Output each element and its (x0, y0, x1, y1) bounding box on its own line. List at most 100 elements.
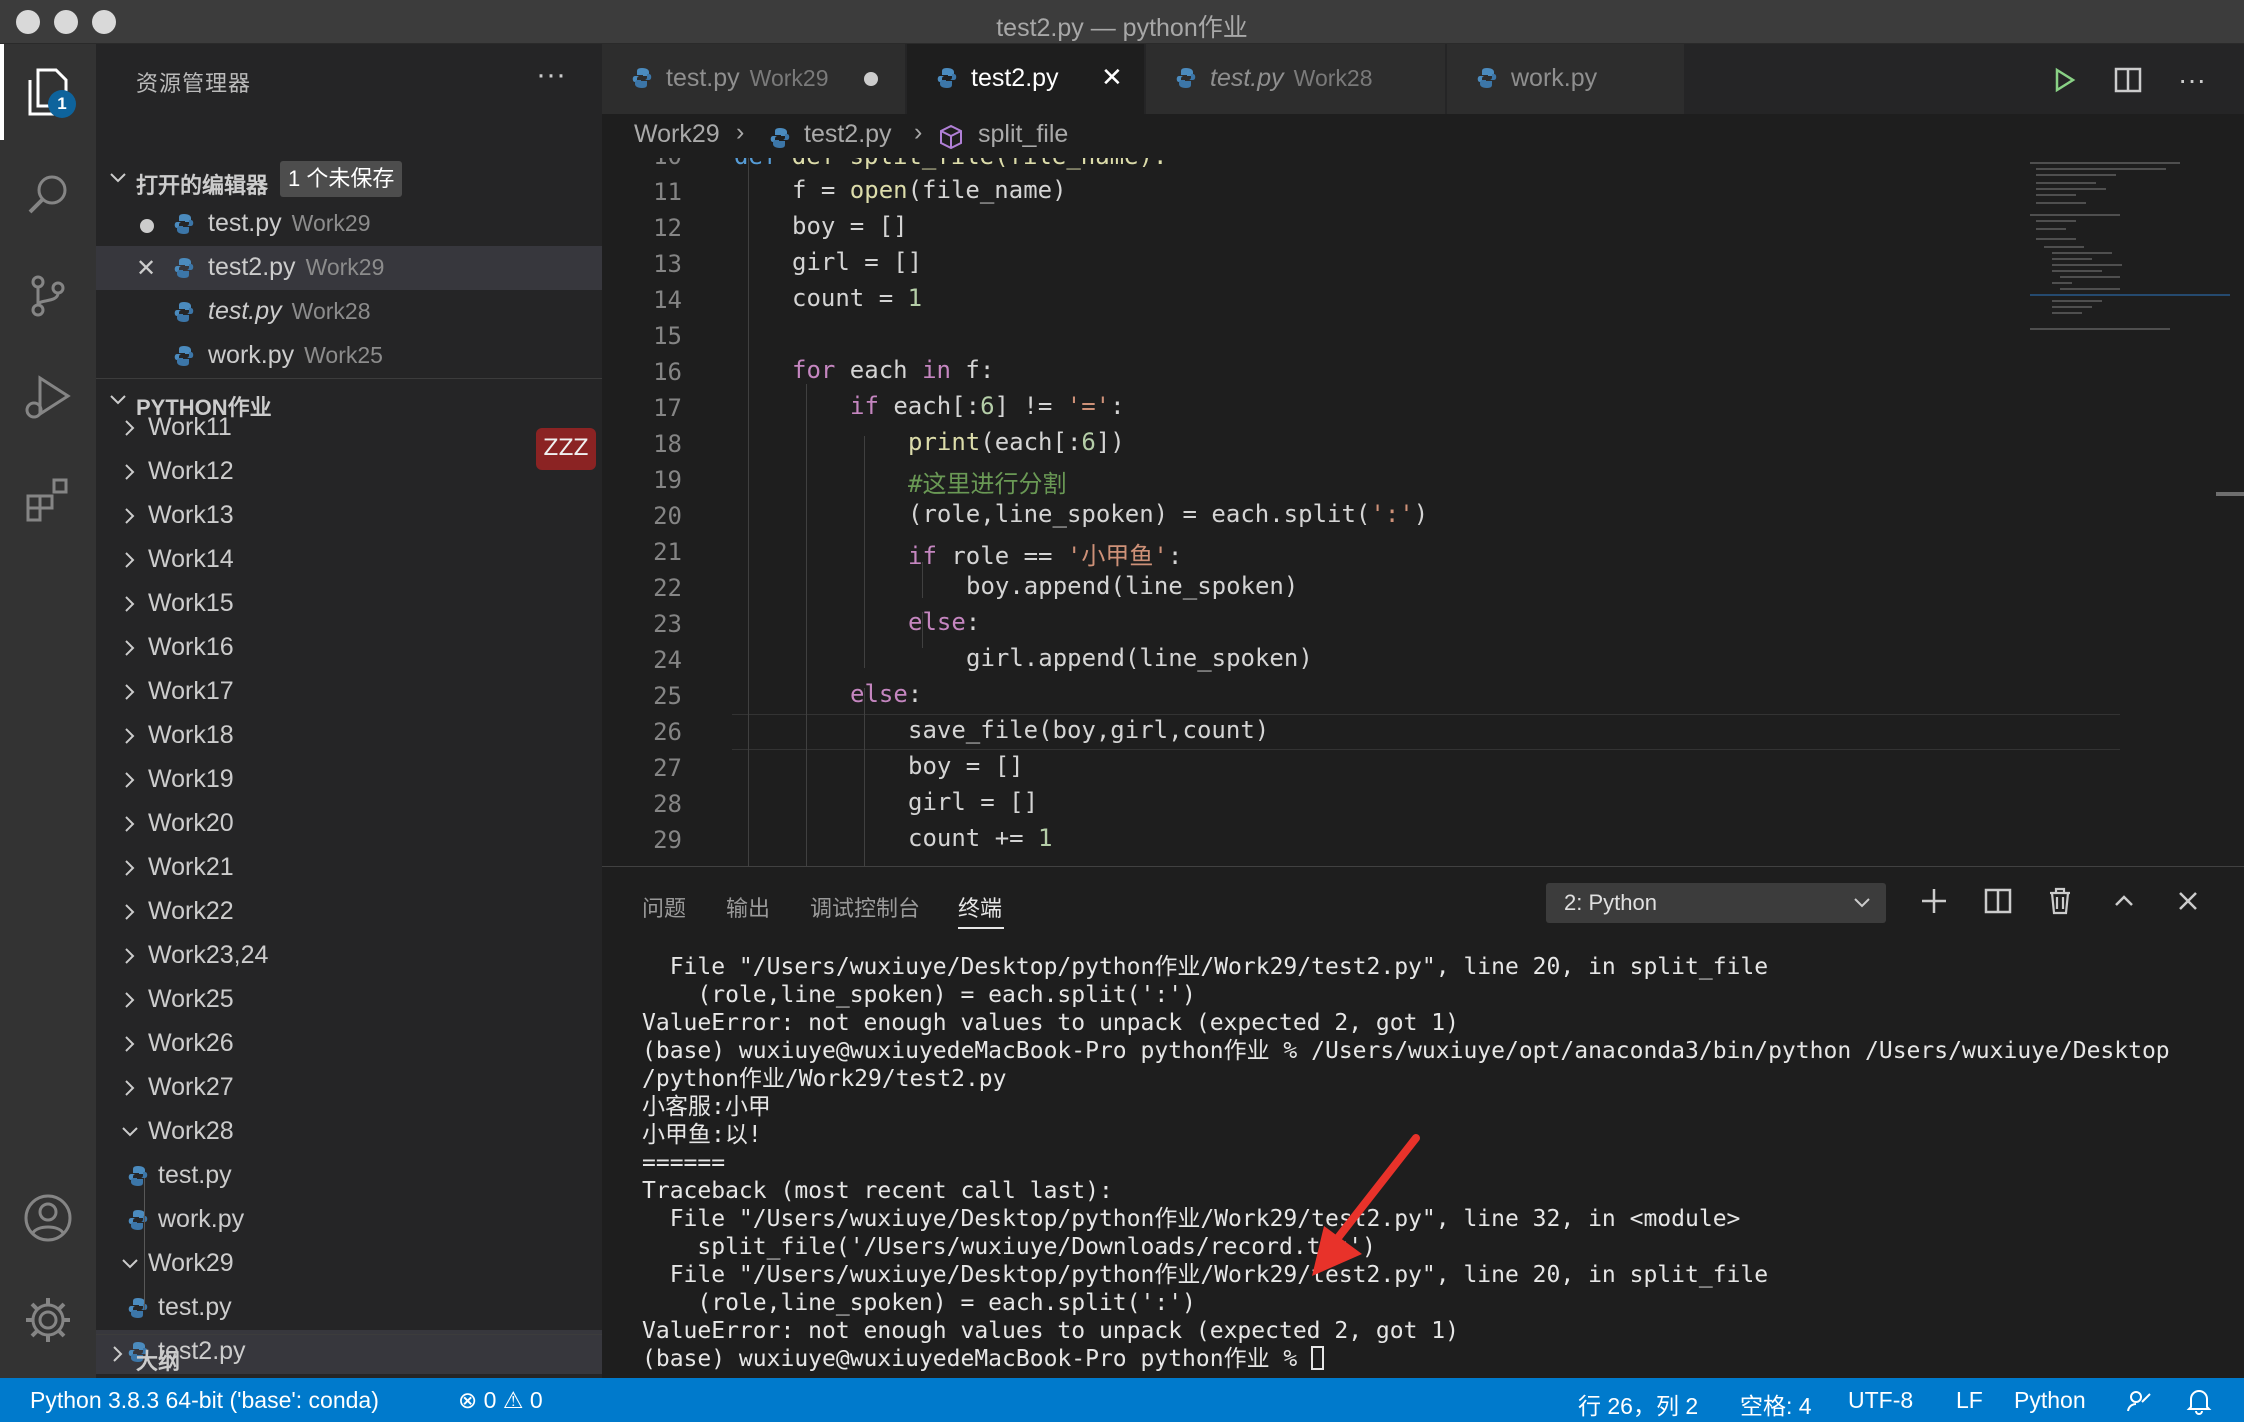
tab-debug-console[interactable]: 调试控制台 (810, 891, 920, 923)
feedback-icon[interactable] (2126, 1388, 2152, 1414)
terminal-select-dropdown[interactable]: 2: Python (1546, 883, 1886, 923)
chevron-right-icon (125, 728, 135, 744)
line-number: 16 (653, 358, 682, 386)
tab-work-py[interactable]: work.py (1447, 44, 1685, 114)
code-token: (role,line_spoken) = each.split( (908, 500, 1371, 528)
code-line: else: (908, 608, 980, 636)
annotation-arrow-icon (1312, 1134, 1420, 1276)
open-editor-item[interactable]: test.py Work29 (96, 202, 602, 246)
tab-test2-py[interactable]: test2.py ✕ (907, 44, 1145, 114)
code-line: def def split_file(file_name): (734, 158, 1167, 170)
line-number: 29 (653, 826, 682, 854)
minimap[interactable] (2026, 158, 2244, 866)
folder-item[interactable]: Work12 (96, 450, 602, 494)
line-number: 21 (653, 538, 682, 566)
line-number: 14 (653, 286, 682, 314)
folder-item[interactable]: Work16 (96, 626, 602, 670)
split-terminal-icon[interactable] (1978, 881, 2018, 921)
outline-section-header[interactable]: 大纲 (96, 1336, 602, 1376)
folder-item[interactable]: Work11 (96, 406, 602, 450)
cursor-position[interactable]: 行 26，列 2 (1578, 1387, 1698, 1421)
python-interpreter[interactable]: Python 3.8.3 64-bit ('base': conda) (30, 1387, 379, 1414)
minimap-line (2052, 300, 2102, 302)
sidebar-more-button[interactable]: ··· (536, 58, 566, 92)
maximize-panel-icon[interactable] (2104, 881, 2144, 921)
close-panel-icon[interactable] (2168, 881, 2208, 921)
folder-item[interactable]: Work26 (96, 1022, 602, 1066)
explorer-icon[interactable]: 1 (20, 64, 76, 120)
explorer-sidebar: 资源管理器 ··· 打开的编辑器 1 个未保存 test.py Work29 ✕ … (96, 44, 602, 1378)
tab-problems[interactable]: 问题 (642, 891, 686, 923)
scrollbar-marker[interactable] (2216, 492, 2244, 496)
account-icon[interactable] (20, 1190, 76, 1246)
run-python-file-icon[interactable] (2046, 62, 2082, 98)
encoding[interactable]: UTF-8 (1848, 1387, 1913, 1414)
file-item[interactable]: test.py (96, 1154, 602, 1198)
close-tab-icon[interactable]: ✕ (1101, 62, 1123, 93)
tab-output[interactable]: 输出 (726, 891, 770, 923)
breadcrumb-file[interactable]: test2.py (804, 120, 892, 149)
code-editor[interactable]: 1011121314151617181920212223242526272829… (602, 158, 2244, 866)
open-editors-section-header[interactable]: 打开的编辑器 1 个未保存 (96, 160, 602, 200)
code-line: count += 1 (908, 824, 1053, 852)
tab-folder: Work29 (749, 65, 829, 91)
settings-gear-icon[interactable] (20, 1292, 76, 1348)
folder-item[interactable]: Work13 (96, 494, 602, 538)
notifications-bell-icon[interactable] (2186, 1387, 2212, 1415)
source-control-icon[interactable] (20, 268, 76, 324)
tab-terminal[interactable]: 终端 (958, 891, 1002, 923)
close-editor-icon[interactable]: ✕ (136, 254, 156, 283)
folder-item[interactable]: Work25 (96, 978, 602, 1022)
breadcrumb-folder[interactable]: Work29 (634, 120, 720, 149)
breadcrumb-symbol[interactable]: split_file (978, 120, 1068, 149)
language-mode[interactable]: Python (2014, 1387, 2086, 1414)
folder-item[interactable]: Work14 (96, 538, 602, 582)
folder-item[interactable]: Work23,24 (96, 934, 602, 978)
file-item[interactable]: test.py (96, 1286, 602, 1330)
chevron-right-icon (125, 816, 135, 832)
terminal-output[interactable]: File "/Users/wuxiuye/Desktop/python作业/Wo… (642, 953, 2242, 1373)
open-editor-folder: Work29 (291, 210, 371, 236)
folder-label: Work12 (148, 457, 234, 485)
line-ending[interactable]: LF (1956, 1387, 1983, 1414)
folder-item[interactable]: Work15 (96, 582, 602, 626)
minimap-line (2052, 270, 2102, 272)
new-terminal-icon[interactable] (1914, 881, 1954, 921)
tab-test-py-work28[interactable]: test.py Work28 (1146, 44, 1446, 114)
tab-test-py-work29[interactable]: test.py Work29 (602, 44, 906, 114)
folder-item[interactable]: Work29 (96, 1242, 602, 1286)
folder-item[interactable]: Work28 (96, 1110, 602, 1154)
file-item[interactable]: work.py (96, 1198, 602, 1242)
folder-item[interactable]: Work20 (96, 802, 602, 846)
open-editor-item[interactable]: test.py Work28 (96, 290, 602, 334)
trash-icon[interactable] (2040, 881, 2080, 921)
open-editor-item-active[interactable]: ✕ test2.py Work29 (96, 246, 602, 290)
indentation[interactable]: 空格: 4 (1740, 1387, 1812, 1421)
extensions-icon[interactable] (20, 472, 76, 528)
folder-item[interactable]: Work21 (96, 846, 602, 890)
terminal-line-text: ====== (642, 1150, 726, 1176)
folder-item[interactable]: Work22 (96, 890, 602, 934)
indent-guide (806, 384, 807, 866)
folder-item[interactable]: Work18 (96, 714, 602, 758)
minimap-line (2052, 258, 2092, 260)
chevron-right-icon (125, 772, 135, 788)
open-editor-name: test.py (208, 297, 282, 325)
code-line: for each in f: (792, 356, 994, 384)
split-editor-icon[interactable] (2110, 62, 2146, 98)
status-bar: Python 3.8.3 64-bit ('base': conda) ⊗ 0 … (0, 1378, 2244, 1422)
search-icon[interactable] (20, 166, 76, 222)
tab-label: test2.py (971, 64, 1059, 92)
python-file-icon (174, 346, 194, 366)
folder-item[interactable]: Work17 (96, 670, 602, 714)
folder-item[interactable]: Work27 (96, 1066, 602, 1110)
terminal-line: (role,line_spoken) = each.split(':') (642, 1289, 2242, 1317)
problems-indicator[interactable]: ⊗ 0 ⚠ 0 (458, 1387, 543, 1414)
more-actions-icon[interactable]: ··· (2174, 62, 2210, 98)
run-debug-icon[interactable] (20, 370, 76, 426)
unsaved-dot-icon[interactable] (864, 72, 878, 86)
open-editor-item[interactable]: work.py Work25 (96, 334, 602, 378)
chevron-right-icon (125, 992, 135, 1008)
code-token: (file_name) (907, 176, 1067, 204)
folder-item[interactable]: Work19 (96, 758, 602, 802)
